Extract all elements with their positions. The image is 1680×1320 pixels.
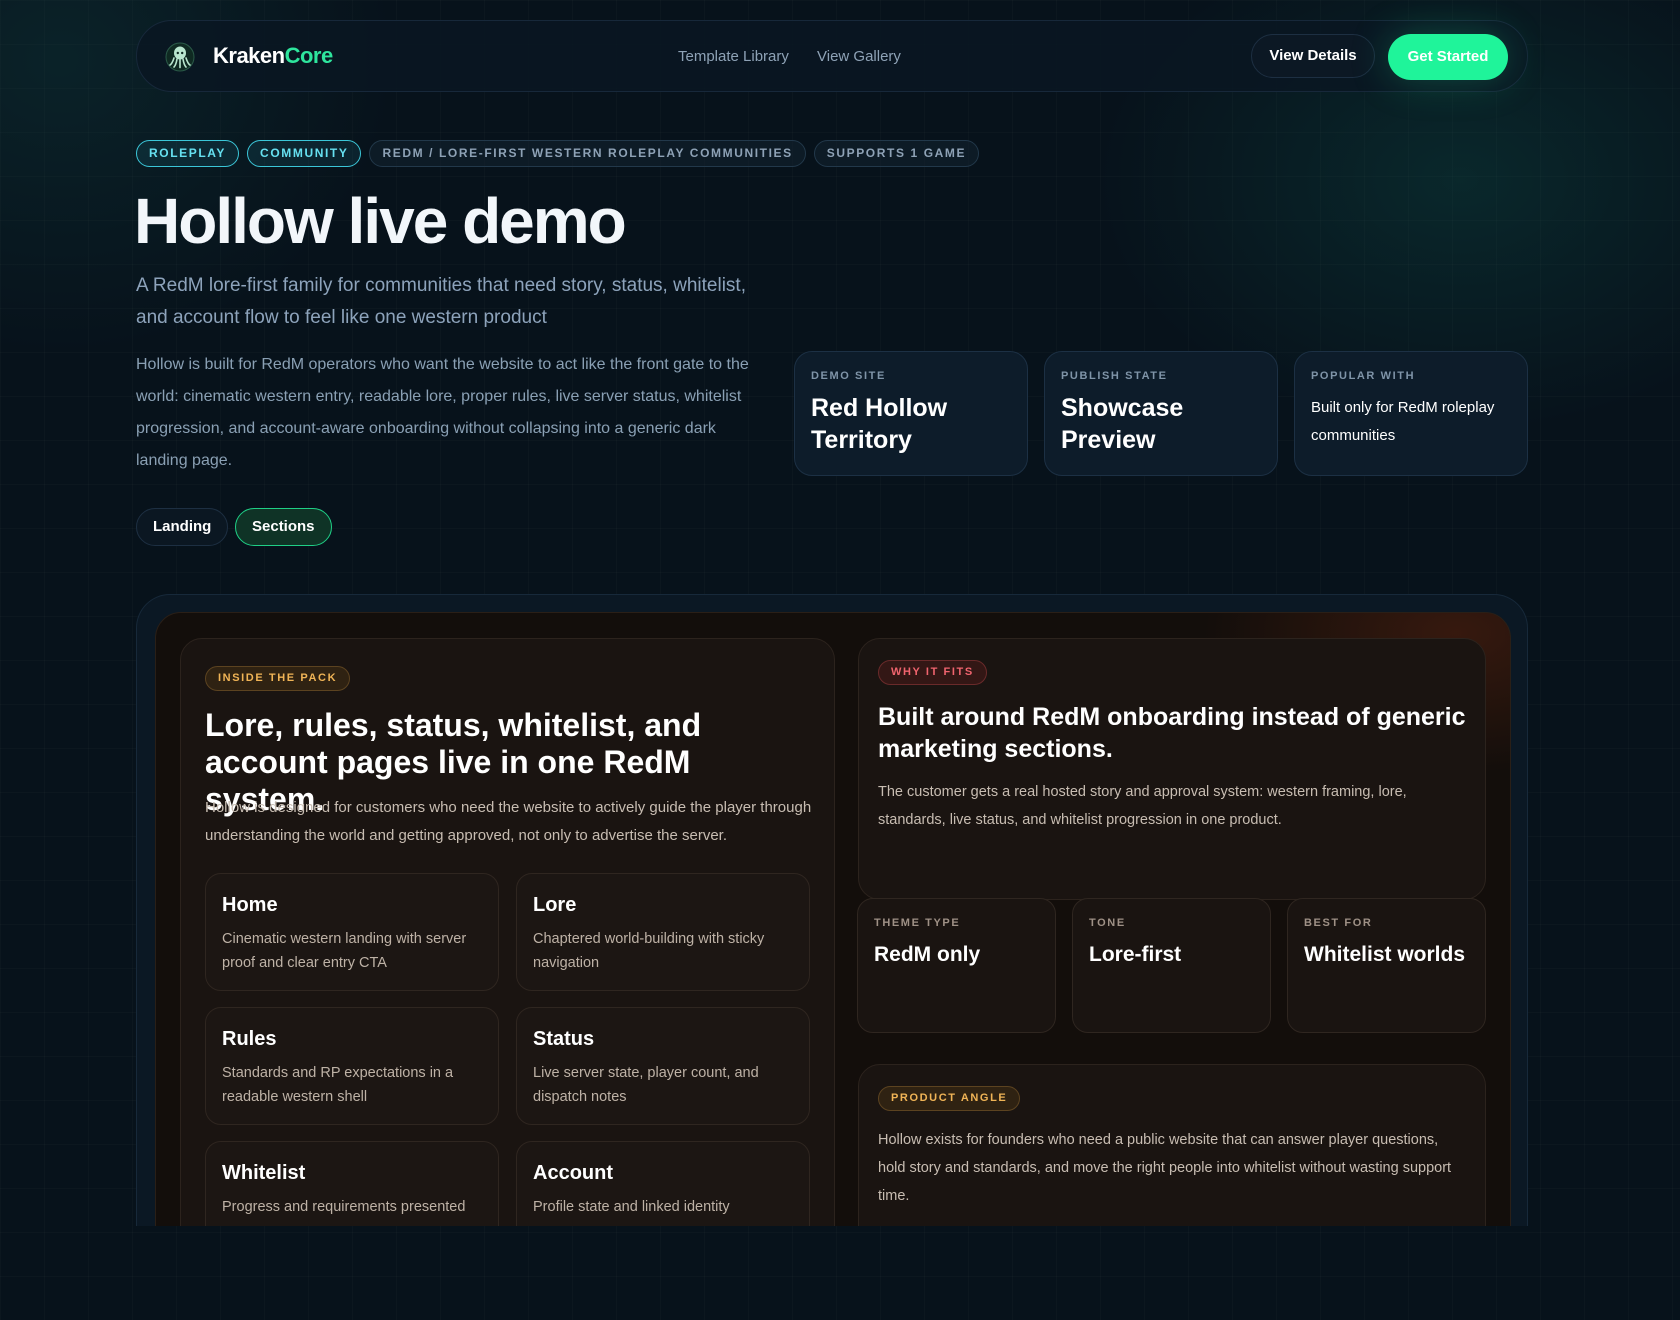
page-card-desc: Standards and RP expectations in a reada…: [222, 1065, 454, 1105]
product-angle-tag: PRODUCT ANGLE: [878, 1086, 1021, 1111]
page-card-whitelist[interactable]: Whitelist Progress and requirements pres…: [205, 1141, 499, 1226]
get-started-button[interactable]: Get Started: [1388, 34, 1508, 80]
brand-part-2: Core: [284, 43, 334, 68]
tag-roleplay: ROLEPLAY: [136, 140, 240, 167]
page-card-title: Lore: [533, 894, 577, 916]
theme-value: Whitelist worlds: [1304, 943, 1466, 966]
theme-label: TONE: [1089, 917, 1126, 929]
product-angle-panel: PRODUCT ANGLE Hollow exists for founders…: [858, 1064, 1486, 1226]
product-angle-text: Hollow exists for founders who need a pu…: [878, 1132, 1452, 1204]
page-card-desc: Cinematic western landing with server pr…: [222, 931, 467, 971]
stat-label: DEMO SITE: [811, 370, 886, 382]
stat-label: POPULAR WITH: [1311, 370, 1416, 382]
page-card-title: Whitelist: [222, 1162, 306, 1184]
inside-the-pack-panel: INSIDE THE PACK Lore, rules, status, whi…: [180, 638, 835, 1226]
page-card-title: Rules: [222, 1028, 277, 1050]
stat-card-publish-state: PUBLISH STATE Showcase Preview: [1044, 351, 1278, 476]
tag-games-supported: SUPPORTS 1 GAME: [813, 140, 980, 167]
page-card-home[interactable]: Home Cinematic western landing with serv…: [205, 873, 499, 991]
page-card-desc: Progress and requirements presented: [222, 1199, 466, 1215]
page-card-account[interactable]: Account Profile state and linked identit…: [516, 1141, 810, 1226]
theme-card-tone: TONE Lore-first: [1072, 898, 1271, 1033]
fits-text: The customer gets a real hosted story an…: [878, 784, 1407, 828]
stat-value: Built only for RedM roleplay communities: [1311, 399, 1495, 444]
why-it-fits-panel: WHY IT FITS Built around RedM onboarding…: [858, 638, 1486, 900]
tag-community: COMMUNITY: [247, 140, 362, 167]
page-card-desc: Live server state, player count, and dis…: [533, 1065, 759, 1105]
nav-link-template-library[interactable]: Template Library: [678, 48, 789, 65]
theme-value: Lore-first: [1089, 943, 1182, 966]
stat-value: Red Hollow Territory: [811, 394, 948, 454]
brand-name[interactable]: KrakenCore: [213, 43, 333, 69]
sections-view-button[interactable]: Sections: [235, 508, 332, 546]
stat-label: PUBLISH STATE: [1061, 370, 1168, 382]
fits-heading: Built around RedM onboarding instead of …: [878, 703, 1466, 763]
hero-tags: ROLEPLAY COMMUNITY REDM / LORE-FIRST WES…: [136, 140, 980, 168]
page-title: Hollow live demo: [134, 185, 627, 257]
stat-card-popular-with: POPULAR WITH Built only for RedM rolepla…: [1294, 351, 1528, 476]
page-card-rules[interactable]: Rules Standards and RP expectations in a…: [205, 1007, 499, 1125]
theme-label: THEME TYPE: [874, 917, 961, 929]
page-card-title: Status: [533, 1028, 595, 1050]
theme-card-best-for: BEST FOR Whitelist worlds: [1287, 898, 1486, 1033]
page-card-title: Account: [533, 1162, 613, 1184]
page-card-lore[interactable]: Lore Chaptered world-building with stick…: [516, 873, 810, 991]
page-card-title: Home: [222, 894, 278, 916]
page-card-desc: Chaptered world-building with sticky nav…: [533, 931, 765, 971]
inside-the-pack-tag: INSIDE THE PACK: [205, 666, 351, 691]
top-nav: KrakenCore Template Library View Gallery…: [136, 20, 1528, 92]
brand-part-1: Kraken: [213, 43, 285, 68]
page-card-status[interactable]: Status Live server state, player count, …: [516, 1007, 810, 1125]
stat-value: Showcase Preview: [1061, 394, 1184, 454]
why-it-fits-tag: WHY IT FITS: [878, 660, 987, 685]
hero-description: Hollow is built for RedM operators who w…: [136, 356, 749, 469]
stat-card-demo-site: DEMO SITE Red Hollow Territory: [794, 351, 1028, 476]
pack-text: Hollow is designed for customers who nee…: [205, 799, 812, 844]
theme-value: RedM only: [874, 943, 981, 966]
tag-category: REDM / LORE-FIRST WESTERN ROLEPLAY COMMU…: [369, 140, 806, 167]
hero-subtitle: A RedM lore-first family for communities…: [136, 275, 746, 328]
page-card-desc: Profile state and linked identity: [533, 1199, 730, 1215]
landing-view-button[interactable]: Landing: [136, 508, 229, 546]
theme-label: BEST FOR: [1304, 917, 1373, 929]
nav-link-view-gallery[interactable]: View Gallery: [817, 48, 901, 65]
view-details-button[interactable]: View Details: [1251, 34, 1375, 78]
kraken-logo-icon[interactable]: [165, 42, 195, 72]
theme-card-type: THEME TYPE RedM only: [857, 898, 1056, 1033]
